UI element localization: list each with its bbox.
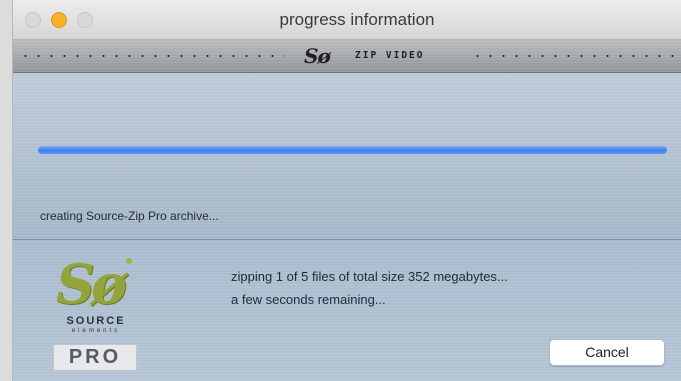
logo-mark: Sø <box>56 252 127 316</box>
logo-elements-text: elements <box>71 328 121 334</box>
window-title: progress information <box>279 10 435 29</box>
logo-source-text: SOURCE <box>66 315 126 327</box>
progress-window: progress information Sø ZIP VIDEO creati… <box>13 0 681 381</box>
logo-pro-badge: PRO <box>53 344 137 371</box>
details-pane: Sø SOURCE elements PRO zipping 1 of 5 fi… <box>13 240 681 381</box>
cancel-button[interactable]: Cancel <box>549 339 665 366</box>
file-progress-text: zipping 1 of 5 files of total size 352 m… <box>231 269 508 284</box>
decorative-dots-left <box>19 51 285 61</box>
product-name: ZIP VIDEO <box>355 50 425 61</box>
source-elements-logo-small: Sø <box>304 44 331 68</box>
decorative-dots-right <box>471 51 679 61</box>
logo-dot-icon <box>126 258 132 264</box>
title-bar: progress information <box>13 0 681 40</box>
time-remaining-text: a few seconds remaining... <box>231 292 386 307</box>
progress-bar <box>38 146 667 154</box>
progress-bar-fill <box>38 146 667 154</box>
branding-strip: Sø ZIP VIDEO <box>13 40 681 73</box>
progress-pane: creating Source-Zip Pro archive... <box>13 73 681 240</box>
status-text: creating Source-Zip Pro archive... <box>40 209 219 223</box>
